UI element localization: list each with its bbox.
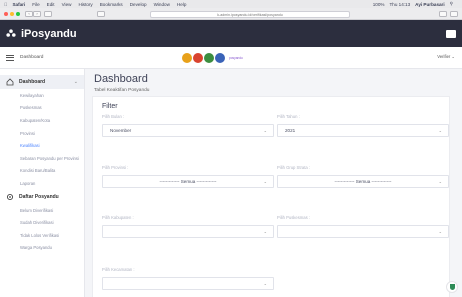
browser-toolbar: ‹ › k-admin.iposyandu.id/verifikasi/posy…	[0, 8, 462, 20]
banner-text: posyandu	[229, 56, 243, 60]
menu-develop[interactable]: Develop	[130, 2, 147, 7]
chevron-down-icon: ⌄	[438, 128, 442, 133]
tahun-label: Pilih Tahun :	[277, 114, 300, 119]
gear-icon	[6, 193, 14, 200]
apple-icon[interactable]: 	[4, 2, 7, 7]
tahun-select[interactable]: 2021 ⌄	[277, 124, 449, 137]
sidebar-item-kabupaten[interactable]: Kabupaten/Kota	[0, 114, 84, 127]
sidebar-toggle-icon[interactable]	[44, 10, 52, 17]
address-bar[interactable]: k-admin.iposyandu.id/verifikasi/posyandu	[150, 10, 350, 18]
iposyandu-logo-icon	[6, 28, 16, 37]
banner-logo-icon	[193, 53, 203, 63]
menubar-user[interactable]: Ayi Purbasari	[415, 2, 444, 7]
puskesmas-label: Pilih Puskesmas :	[277, 215, 311, 220]
sidebar-item-kwalifikasi[interactable]: Kwalifikasi	[0, 139, 84, 152]
menu-window[interactable]: Window	[154, 2, 170, 7]
spotlight-icon[interactable]: ⚲	[450, 1, 453, 7]
sidebar-item-sudah[interactable]: Sudah Diverifikasi	[0, 216, 84, 229]
chevron-down-icon: ⌄	[263, 128, 267, 133]
menu-history[interactable]: History	[78, 2, 92, 7]
mac-menubar:  Safari File Edit View History Bookmark…	[0, 0, 462, 8]
sidebar-item-kewilayahan[interactable]: Kewilayahan	[0, 89, 84, 102]
chevron-down-icon: ⌄	[263, 229, 267, 234]
filter-title: Filter	[102, 103, 118, 110]
share-icon[interactable]	[439, 10, 447, 17]
chevron-down-icon: ⌄	[263, 179, 267, 184]
battery-status[interactable]: 100%	[373, 2, 385, 7]
sub-header: Dashboard posyandu Verifier ⌄	[0, 47, 462, 69]
zoom-window-icon[interactable]	[16, 11, 20, 16]
menu-bookmarks[interactable]: Bookmarks	[100, 2, 123, 7]
chevron-down-icon: ⌄	[263, 281, 267, 286]
sidebar-item-warga[interactable]: Warga Posyandu	[0, 242, 84, 255]
banner-logo-icon	[182, 53, 192, 63]
sidebar-item-kondisi[interactable]: Kondisi Baru/Balita	[0, 165, 84, 178]
kabupaten-label: Pilih Kabupaten :	[102, 215, 134, 220]
sidebar-item-sebaran[interactable]: Sebaran Posyandu per Provinsi	[0, 152, 84, 165]
breadcrumb: Dashboard	[20, 55, 44, 60]
page-subtitle: Tabel Keaktifan Posyandu	[94, 88, 150, 93]
posyandu-banner: posyandu	[182, 53, 243, 63]
sidebar-item-label: Daftar Posyandu	[19, 193, 59, 200]
security-shield-icon[interactable]	[446, 281, 458, 293]
chevron-down-icon: ⌄	[438, 229, 442, 234]
minimize-window-icon[interactable]	[10, 11, 14, 16]
main-content: Dashboard Tabel Keaktifan Posyandu Filte…	[85, 69, 462, 297]
puskesmas-select[interactable]: ⌄	[277, 225, 449, 238]
sidebar-item-belum[interactable]: Belum Diverifikasi	[0, 204, 84, 217]
sidebar-item-daftar-posyandu[interactable]: Daftar Posyandu	[0, 190, 84, 204]
bulan-value: November	[110, 128, 132, 133]
sidebar-item-dashboard[interactable]: Dashboard ⌄	[0, 75, 84, 89]
strata-label: Pilih Grup Strata :	[277, 165, 311, 170]
provinsi-value: ------------- Semua -------------	[159, 179, 217, 184]
filter-card: Filter Pilih Bulan : November ⌄ Pilih Ta…	[92, 96, 450, 297]
provinsi-select[interactable]: ------------- Semua ------------- ⌄	[102, 175, 274, 188]
menu-view[interactable]: View	[62, 2, 72, 7]
bulan-select[interactable]: November ⌄	[102, 124, 274, 137]
home-icon	[6, 78, 14, 86]
sidebar-item-puskesmas[interactable]: Puskesmas	[0, 102, 84, 115]
forward-button[interactable]: ›	[33, 10, 41, 17]
provinsi-label: Pilih Provinsi :	[102, 165, 129, 170]
verifier-dropdown[interactable]: Verifier ⌄	[437, 54, 455, 59]
tabs-overview-icon[interactable]	[450, 10, 458, 17]
banner-logo-icon	[215, 53, 225, 63]
page-title: Dashboard	[94, 73, 148, 85]
strata-select[interactable]: ------------- Semua ------------- ⌄	[277, 175, 449, 188]
bulan-label: Pilih Bulan :	[102, 114, 125, 119]
app-menu-button[interactable]	[446, 29, 456, 38]
sidebar-item-tidak-lolos[interactable]: Tidak Lolos Verifikasi	[0, 229, 84, 242]
sidebar: Dashboard ⌄ Kewilayahan Puskesmas Kabupa…	[0, 69, 85, 297]
sidebar-item-provinsi[interactable]: Provinsi	[0, 127, 84, 140]
menu-help[interactable]: Help	[177, 2, 186, 7]
menu-edit[interactable]: Edit	[47, 2, 55, 7]
sidebar-item-label: Dashboard	[19, 79, 46, 85]
kabupaten-select[interactable]: ⌄	[102, 225, 274, 238]
kecamatan-label: Pilih Kecamatan :	[102, 267, 135, 272]
strata-value: ------------- Semua -------------	[334, 179, 392, 184]
close-window-icon[interactable]	[4, 11, 8, 16]
chevron-down-icon: ⌄	[438, 179, 442, 184]
app-title: iPosyandu	[21, 27, 77, 40]
verifier-label: Verifier	[437, 54, 451, 59]
menu-safari[interactable]: Safari	[12, 2, 25, 7]
chevron-down-icon: ⌄	[73, 79, 78, 85]
privacy-shield-icon[interactable]	[97, 10, 105, 17]
banner-logo-icon	[204, 53, 214, 63]
menubar-clock[interactable]: Thu 14:13	[389, 2, 410, 7]
back-button[interactable]: ‹	[25, 10, 33, 17]
kecamatan-select[interactable]: ⌄	[102, 277, 274, 290]
sidebar-item-laporan[interactable]: Laporan	[0, 177, 84, 190]
tahun-value: 2021	[285, 128, 296, 133]
app-header: iPosyandu	[0, 20, 462, 47]
menu-file[interactable]: File	[32, 2, 39, 7]
hamburger-menu-icon[interactable]	[6, 54, 14, 61]
